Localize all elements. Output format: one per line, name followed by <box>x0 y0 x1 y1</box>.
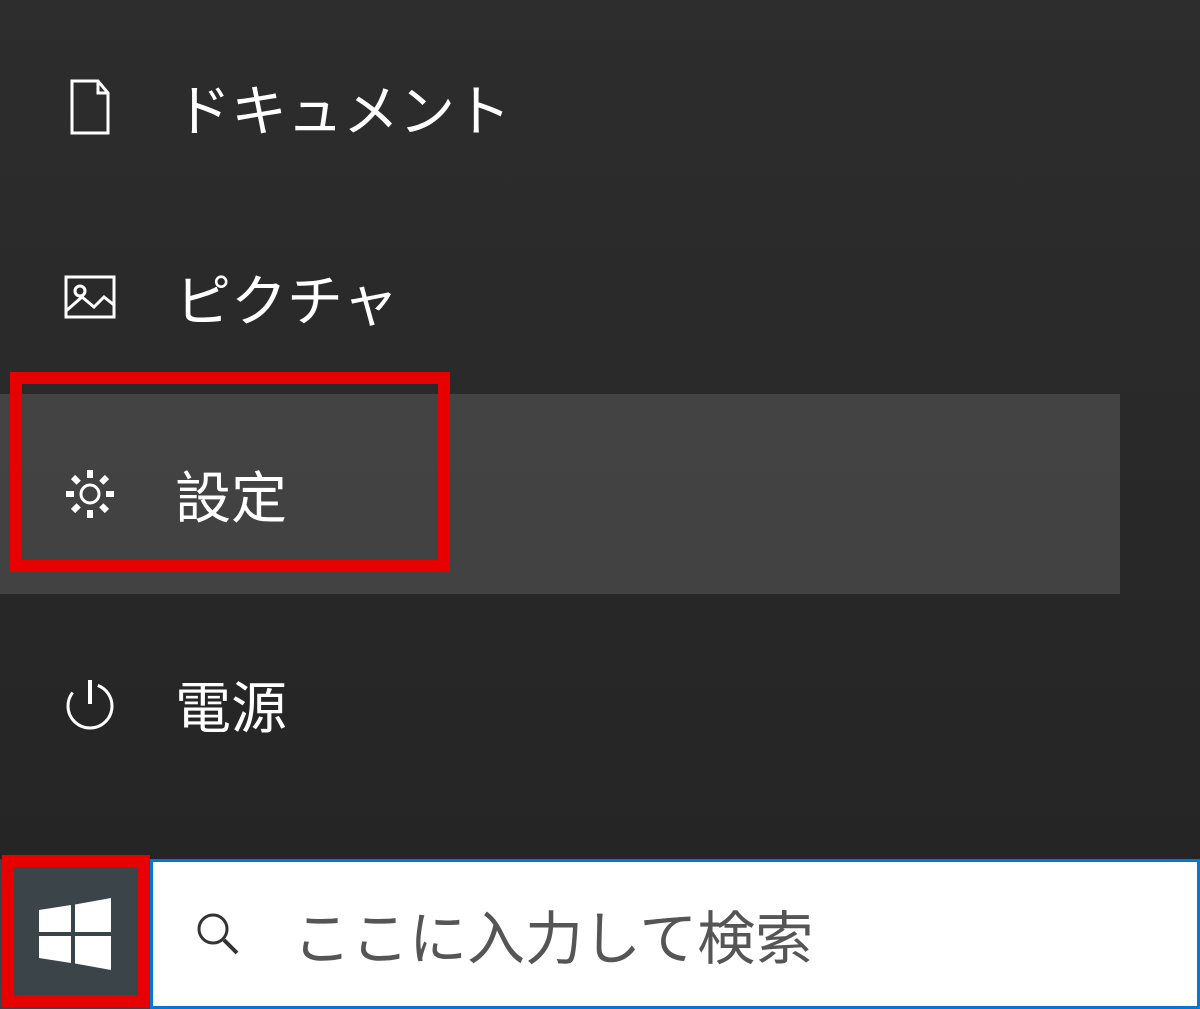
windows-logo-icon <box>39 898 111 970</box>
start-menu-item-power[interactable]: 電源 <box>0 614 1200 794</box>
gear-icon <box>60 464 120 524</box>
power-label: 電源 <box>175 664 287 745</box>
document-icon <box>60 77 120 137</box>
start-menu-panel: ドキュメント ピクチャ 設定 電源 <box>0 0 1200 859</box>
start-menu-item-settings[interactable]: 設定 <box>0 394 1200 594</box>
start-menu-item-pictures[interactable]: ピクチャ <box>0 212 1200 382</box>
power-icon <box>60 674 120 734</box>
taskbar: ここに入力して検索 <box>0 859 1200 1009</box>
settings-label: 設定 <box>175 454 287 535</box>
taskbar-search-box[interactable]: ここに入力して検索 <box>150 859 1200 1009</box>
search-icon <box>193 909 243 959</box>
start-menu-item-documents[interactable]: ドキュメント <box>0 22 1200 192</box>
documents-label: ドキュメント <box>175 67 511 148</box>
search-placeholder-text: ここに入力して検索 <box>293 892 813 976</box>
pictures-label: ピクチャ <box>175 257 398 338</box>
start-button[interactable] <box>0 859 150 1009</box>
picture-icon <box>60 267 120 327</box>
